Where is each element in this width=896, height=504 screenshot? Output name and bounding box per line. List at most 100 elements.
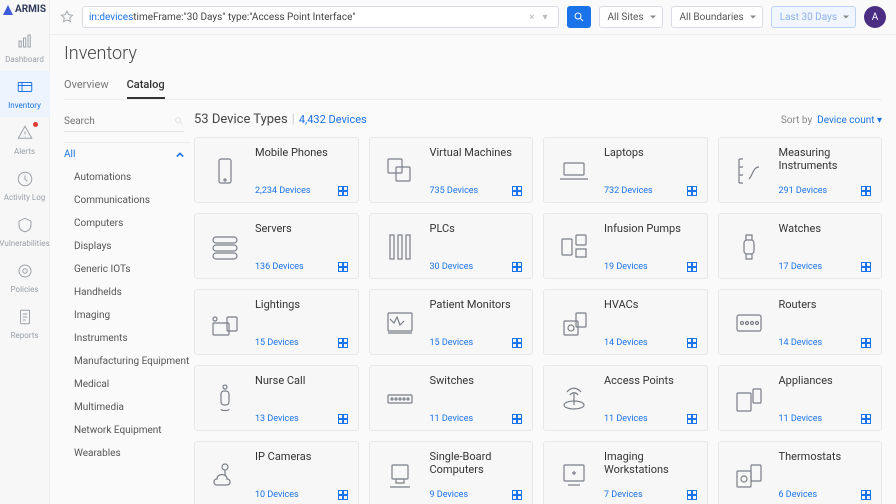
device-type-card[interactable]: Patient Monitors15 Devices: [369, 289, 534, 355]
nav-activity[interactable]: Activity Log: [0, 163, 50, 209]
grid-view-icon[interactable]: [861, 262, 871, 272]
device-type-card[interactable]: PLCs30 Devices: [369, 213, 534, 279]
device-type-card[interactable]: Single-Board Computers9 Devices: [369, 441, 534, 504]
grid-view-icon[interactable]: [861, 490, 871, 500]
device-type-card[interactable]: Virtual Machines735 Devices: [369, 137, 534, 203]
device-type-card[interactable]: HVACs14 Devices: [543, 289, 708, 355]
device-type-card[interactable]: Infusion Pumps19 Devices: [543, 213, 708, 279]
category-item[interactable]: Communications: [64, 189, 190, 212]
device-type-card[interactable]: Watches17 Devices: [718, 213, 883, 279]
category-item[interactable]: Computers: [64, 212, 190, 235]
device-count-link[interactable]: 17 Devices: [779, 262, 823, 272]
device-type-card[interactable]: Lightings15 Devices: [194, 289, 359, 355]
measure-icon: [727, 146, 771, 196]
category-item[interactable]: Automations: [64, 166, 190, 189]
grid-view-icon[interactable]: [512, 338, 522, 348]
boundaries-dropdown[interactable]: All Boundaries: [671, 6, 763, 28]
device-type-card[interactable]: Switches11 Devices: [369, 365, 534, 431]
sort-dropdown[interactable]: Device count ▾: [817, 115, 882, 126]
devices-total-link[interactable]: 4,432 Devices: [299, 113, 367, 126]
category-item[interactable]: Manufacturing Equipment: [64, 350, 190, 373]
appliance-icon: [727, 374, 771, 424]
category-item[interactable]: Imaging: [64, 304, 190, 327]
device-type-card[interactable]: Imaging Workstations 7 Devices: [543, 441, 708, 504]
grid-view-icon[interactable]: [687, 262, 697, 272]
device-type-card[interactable]: Nurse Call13 Devices: [194, 365, 359, 431]
device-type-card[interactable]: Mobile Phones2,234 Devices: [194, 137, 359, 203]
category-item[interactable]: Handhelds: [64, 281, 190, 304]
device-count-link[interactable]: 13 Devices: [255, 414, 299, 424]
sites-dropdown[interactable]: All Sites: [599, 6, 663, 28]
category-item[interactable]: Medical: [64, 373, 190, 396]
category-item[interactable]: Generic IOTs: [64, 258, 190, 281]
tab-catalog[interactable]: Catalog: [127, 72, 165, 99]
category-item[interactable]: Wearables: [64, 442, 190, 465]
device-type-card[interactable]: Measuring Instruments291 Devices: [718, 137, 883, 203]
device-count-link[interactable]: 30 Devices: [430, 262, 474, 272]
category-item[interactable]: Displays: [64, 235, 190, 258]
device-count-link[interactable]: 9 Devices: [430, 490, 469, 500]
search-query-input[interactable]: in:devices timeFrame:"30 Days" type:"Acc…: [82, 6, 559, 28]
nav-reports[interactable]: Reports: [0, 301, 50, 347]
search-button[interactable]: [567, 6, 591, 28]
nav-dashboard[interactable]: Dashboard: [0, 25, 50, 71]
device-count-link[interactable]: 14 Devices: [604, 338, 648, 348]
nav-inventory[interactable]: Inventory: [0, 71, 50, 117]
query-chevron-icon[interactable]: ▾: [539, 12, 552, 23]
nav-alerts[interactable]: Alerts: [0, 117, 50, 163]
device-type-card[interactable]: Thermostats6 Devices: [718, 441, 883, 504]
device-count-link[interactable]: 15 Devices: [430, 338, 474, 348]
device-count-link[interactable]: 136 Devices: [255, 262, 304, 272]
clear-query-icon[interactable]: ×: [525, 12, 538, 23]
grid-view-icon[interactable]: [338, 490, 348, 500]
device-type-card[interactable]: Servers136 Devices: [194, 213, 359, 279]
grid-view-icon[interactable]: [861, 186, 871, 196]
category-item[interactable]: Instruments: [64, 327, 190, 350]
device-count-link[interactable]: 7 Devices: [604, 490, 643, 500]
grid-view-icon[interactable]: [687, 490, 697, 500]
device-count-link[interactable]: 14 Devices: [779, 338, 823, 348]
grid-view-icon[interactable]: [687, 186, 697, 196]
category-item[interactable]: Multimedia: [64, 396, 190, 419]
device-count-link[interactable]: 291 Devices: [779, 186, 828, 196]
device-type-card[interactable]: IP Cameras10 Devices: [194, 441, 359, 504]
nav-vulnerabilities[interactable]: Vulnerabilities: [0, 209, 50, 255]
tab-overview[interactable]: Overview: [64, 72, 109, 99]
device-count-link[interactable]: 19 Devices: [604, 262, 648, 272]
card-title: Imaging Workstations: [604, 450, 697, 476]
device-type-card[interactable]: Access Points11 Devices: [543, 365, 708, 431]
favorite-star-icon[interactable]: [60, 10, 74, 24]
device-count-link[interactable]: 11 Devices: [430, 414, 474, 424]
category-search-input[interactable]: [64, 112, 184, 132]
lighting-icon: [203, 298, 247, 348]
category-all[interactable]: All: [64, 143, 184, 166]
grid-view-icon[interactable]: [512, 490, 522, 500]
device-count-link[interactable]: 10 Devices: [255, 490, 299, 500]
device-count-link[interactable]: 732 Devices: [604, 186, 653, 196]
device-count-link[interactable]: 11 Devices: [779, 414, 823, 424]
grid-view-icon[interactable]: [861, 338, 871, 348]
grid-view-icon[interactable]: [687, 414, 697, 424]
device-count-link[interactable]: 735 Devices: [430, 186, 479, 196]
grid-view-icon[interactable]: [512, 186, 522, 196]
grid-view-icon[interactable]: [512, 414, 522, 424]
device-count-link[interactable]: 6 Devices: [779, 490, 818, 500]
timeframe-dropdown[interactable]: Last 30 Days: [771, 6, 856, 28]
grid-view-icon[interactable]: [338, 262, 348, 272]
grid-view-icon[interactable]: [687, 338, 697, 348]
grid-view-icon[interactable]: [338, 338, 348, 348]
grid-view-icon[interactable]: [338, 186, 348, 196]
device-type-card[interactable]: Routers14 Devices: [718, 289, 883, 355]
device-count-link[interactable]: 2,234 Devices: [255, 186, 311, 196]
device-count-link[interactable]: 15 Devices: [255, 338, 299, 348]
device-type-card[interactable]: Laptops732 Devices: [543, 137, 708, 203]
grid-view-icon[interactable]: [338, 414, 348, 424]
nav-policies[interactable]: Policies: [0, 255, 50, 301]
device-type-card[interactable]: Appliances11 Devices: [718, 365, 883, 431]
monitor-icon: [378, 298, 422, 348]
user-avatar[interactable]: A: [864, 6, 886, 28]
grid-view-icon[interactable]: [861, 414, 871, 424]
device-count-link[interactable]: 11 Devices: [604, 414, 648, 424]
grid-view-icon[interactable]: [512, 262, 522, 272]
category-item[interactable]: Network Equipment: [64, 419, 190, 442]
